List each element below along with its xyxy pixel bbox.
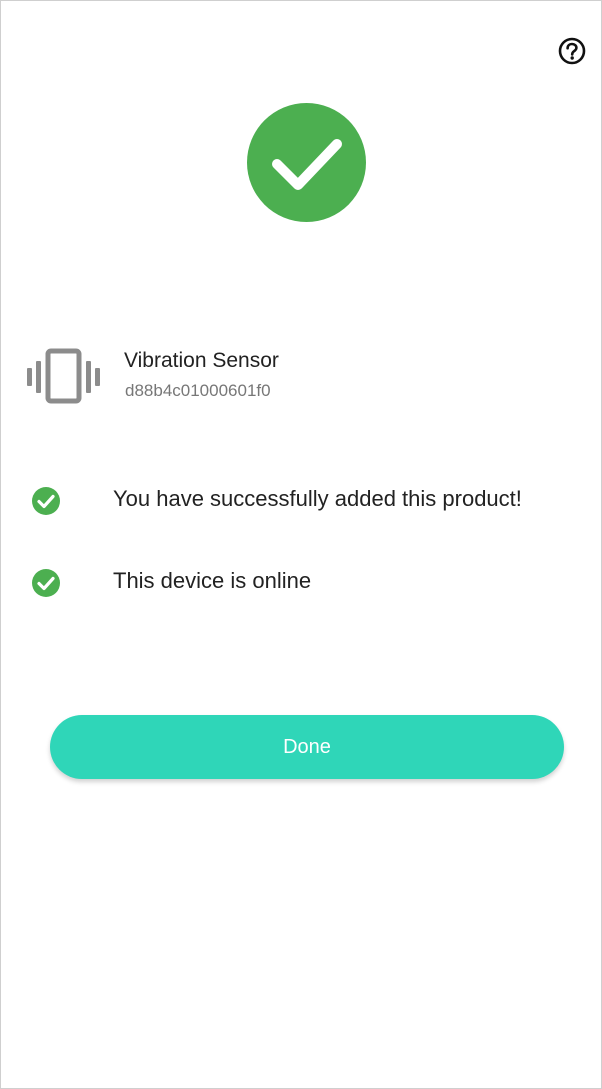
status-item-added: You have successfully added this product… [31, 483, 591, 517]
screen: Vibration Sensor d88b4c01000601f0 You ha… [0, 0, 602, 1089]
status-item-online: This device is online [31, 565, 591, 599]
check-circle-icon [247, 103, 366, 222]
help-button[interactable] [557, 36, 587, 66]
success-badge [247, 103, 366, 222]
question-circle-icon [558, 37, 586, 65]
check-circle-icon [32, 487, 60, 515]
device-info: Vibration Sensor d88b4c01000601f0 [27, 345, 547, 405]
done-button[interactable]: Done [50, 715, 564, 779]
device-id: d88b4c01000601f0 [125, 381, 271, 400]
device-name: Vibration Sensor [124, 349, 279, 372]
check-circle-icon [32, 569, 60, 597]
status-text: You have successfully added this product… [113, 486, 522, 511]
vibration-icon [27, 348, 103, 404]
status-text: This device is online [113, 568, 312, 593]
